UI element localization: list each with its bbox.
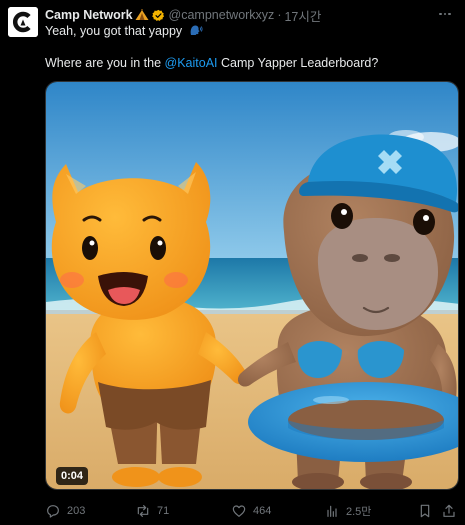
tweet-header: Camp Network @campnetworkxyz · 17시간 xyxy=(45,6,425,24)
mention-link[interactable]: @KaitoAI xyxy=(165,56,218,70)
video-player[interactable] xyxy=(45,81,459,490)
view-count: 2.5만 xyxy=(346,506,372,518)
reply-icon xyxy=(47,505,59,518)
heart-icon xyxy=(232,505,246,517)
separator-dot: · xyxy=(277,8,282,22)
reply-count: 203 xyxy=(67,505,86,517)
timestamp[interactable]: 17시간 xyxy=(284,6,321,25)
analytics-icon xyxy=(327,505,337,517)
tweet-text-suffix: Camp Yapper Leaderboard? xyxy=(217,56,379,70)
bookmark-button[interactable] xyxy=(417,500,433,522)
like-button[interactable]: 464 xyxy=(231,500,271,522)
repost-button[interactable]: 71 xyxy=(135,500,169,522)
camp-logo-icon xyxy=(8,7,38,37)
share-icon xyxy=(443,504,455,517)
speaking-head-icon xyxy=(190,25,203,35)
share-button[interactable] xyxy=(441,500,457,522)
tweet-text: Yeah, you got that yappy xyxy=(45,24,183,38)
display-name[interactable]: Camp Network xyxy=(45,8,133,22)
handle[interactable]: @campnetworkxyz xyxy=(169,8,275,22)
avatar[interactable] xyxy=(8,7,38,37)
views-button[interactable]: 2.5만 xyxy=(324,500,371,522)
repost-icon xyxy=(137,505,149,517)
video-duration-badge: 0:04 xyxy=(56,467,89,485)
repost-count: 71 xyxy=(157,505,170,517)
verified-badge-icon[interactable] xyxy=(151,9,165,22)
tweet-text-line-1: Yeah, you got that yappy xyxy=(45,24,203,38)
tweet-text-prefix: Where are you in the xyxy=(45,56,165,70)
tent-icon xyxy=(135,9,149,20)
tweet[interactable]: Camp Network @campnetworkxyz · 17시간 Yeah… xyxy=(0,0,465,525)
video-thumbnail xyxy=(46,82,458,489)
more-options-icon[interactable] xyxy=(435,6,455,22)
like-count: 464 xyxy=(253,505,272,517)
tweet-actions: 203 71 464 2.5만 xyxy=(45,500,459,522)
bookmark-icon xyxy=(420,504,430,518)
tweet-text-line-2: Where are you in the @KaitoAI Camp Yappe… xyxy=(45,56,378,70)
reply-button[interactable]: 203 xyxy=(45,500,85,522)
